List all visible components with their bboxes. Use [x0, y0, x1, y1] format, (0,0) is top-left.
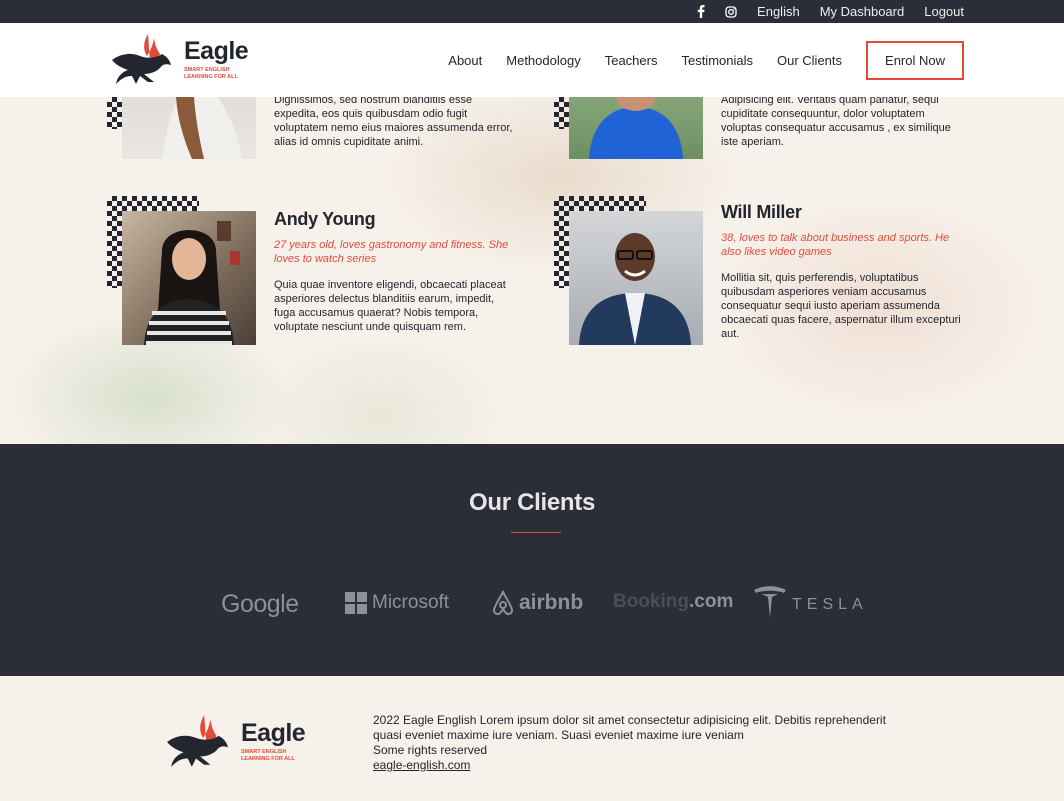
teacher-photo — [569, 97, 703, 159]
tesla-icon — [754, 586, 786, 618]
brand-name: Eagle — [241, 719, 306, 748]
teacher-bio: Dignissimos, sed nostrum blanditiis esse… — [274, 97, 513, 148]
eagle-logo-icon — [112, 34, 171, 84]
teacher-name: Andy Young — [274, 209, 376, 229]
brand-name: Eagle — [184, 37, 249, 66]
nav-methodology[interactable]: Methodology — [506, 53, 580, 68]
main-nav: About Methodology Teachers Testimonials … — [424, 23, 964, 97]
brand-tagline-2: LEARNING FOR ALL — [184, 73, 238, 80]
footer-site-link[interactable]: eagle-english.com — [373, 758, 470, 772]
microsoft-logo: Microsoft — [345, 592, 449, 614]
nav-teachers[interactable]: Teachers — [605, 53, 658, 68]
andy-young-text: Andy Young 27 years old, loves gastronom… — [274, 209, 514, 334]
footer-text-block: 2022 Eagle English Lorem ipsum dolor sit… — [373, 713, 913, 773]
teachers-section: Dignissimos, sed nostrum blanditiis esse… — [0, 97, 1064, 444]
andy-young-photo — [122, 211, 256, 345]
will-miller-photo — [569, 211, 703, 345]
google-logo: Google — [221, 590, 299, 618]
top-bar: English My Dashboard Logout — [0, 0, 1064, 23]
nav-about[interactable]: About — [448, 53, 482, 68]
title-divider — [511, 532, 561, 533]
footer-copyright: 2022 Eagle English Lorem ipsum dolor sit… — [373, 713, 886, 742]
microsoft-icon — [345, 592, 367, 614]
airbnb-icon — [492, 590, 514, 615]
will-miller-text: Will Miller 38, loves to talk about busi… — [721, 202, 961, 341]
teacher-photo — [122, 97, 256, 159]
clients-title: Our Clients — [468, 489, 596, 516]
brand-tagline-2: LEARNING FOR ALL — [241, 755, 295, 762]
teacher-bio: Mollitia sit, quis perferendis, voluptat… — [721, 272, 961, 340]
clients-section: Our Clients Google Microsoft airbnb Book… — [0, 444, 1064, 676]
language-link[interactable]: English — [757, 4, 800, 19]
teacher-bio: Quia quae inventore eligendi, obcaecati … — [274, 279, 506, 333]
nav-testimonials[interactable]: Testimonials — [681, 53, 753, 68]
facebook-icon[interactable] — [697, 5, 705, 18]
logout-link[interactable]: Logout — [924, 4, 964, 19]
site-footer: Eagle SMART ENGLISH LEARNING FOR ALL 202… — [0, 676, 1064, 801]
teacher-text: Dignissimos, sed nostrum blanditiis esse… — [274, 97, 514, 149]
teacher-name: Will Miller — [721, 202, 802, 222]
teacher-text: Adipisicing elit. Veritatis quam pariatu… — [721, 97, 961, 149]
eagle-logo-icon — [167, 715, 228, 767]
footer-rights: Some rights reserved — [373, 743, 488, 757]
teacher-subtitle: 38, loves to talk about business and spo… — [721, 232, 950, 258]
instagram-icon[interactable] — [725, 5, 737, 18]
airbnb-logo: airbnb — [491, 590, 583, 616]
footer-logo[interactable]: Eagle SMART ENGLISH LEARNING FOR ALL — [165, 712, 306, 770]
enrol-now-button[interactable]: Enrol Now — [866, 40, 964, 80]
nav-our-clients[interactable]: Our Clients — [777, 53, 842, 68]
dashboard-link[interactable]: My Dashboard — [820, 4, 905, 19]
tesla-logo: TESLA — [752, 584, 868, 620]
booking-logo: Booking .com — [613, 591, 734, 612]
site-header: Eagle SMART ENGLISH LEARNING FOR ALL Abo… — [0, 23, 1064, 97]
teacher-bio: Adipisicing elit. Veritatis quam pariatu… — [721, 97, 951, 148]
teacher-subtitle: 27 years old, loves gastronomy and fitne… — [274, 239, 509, 265]
header-logo[interactable]: Eagle SMART ENGLISH LEARNING FOR ALL — [110, 32, 249, 86]
